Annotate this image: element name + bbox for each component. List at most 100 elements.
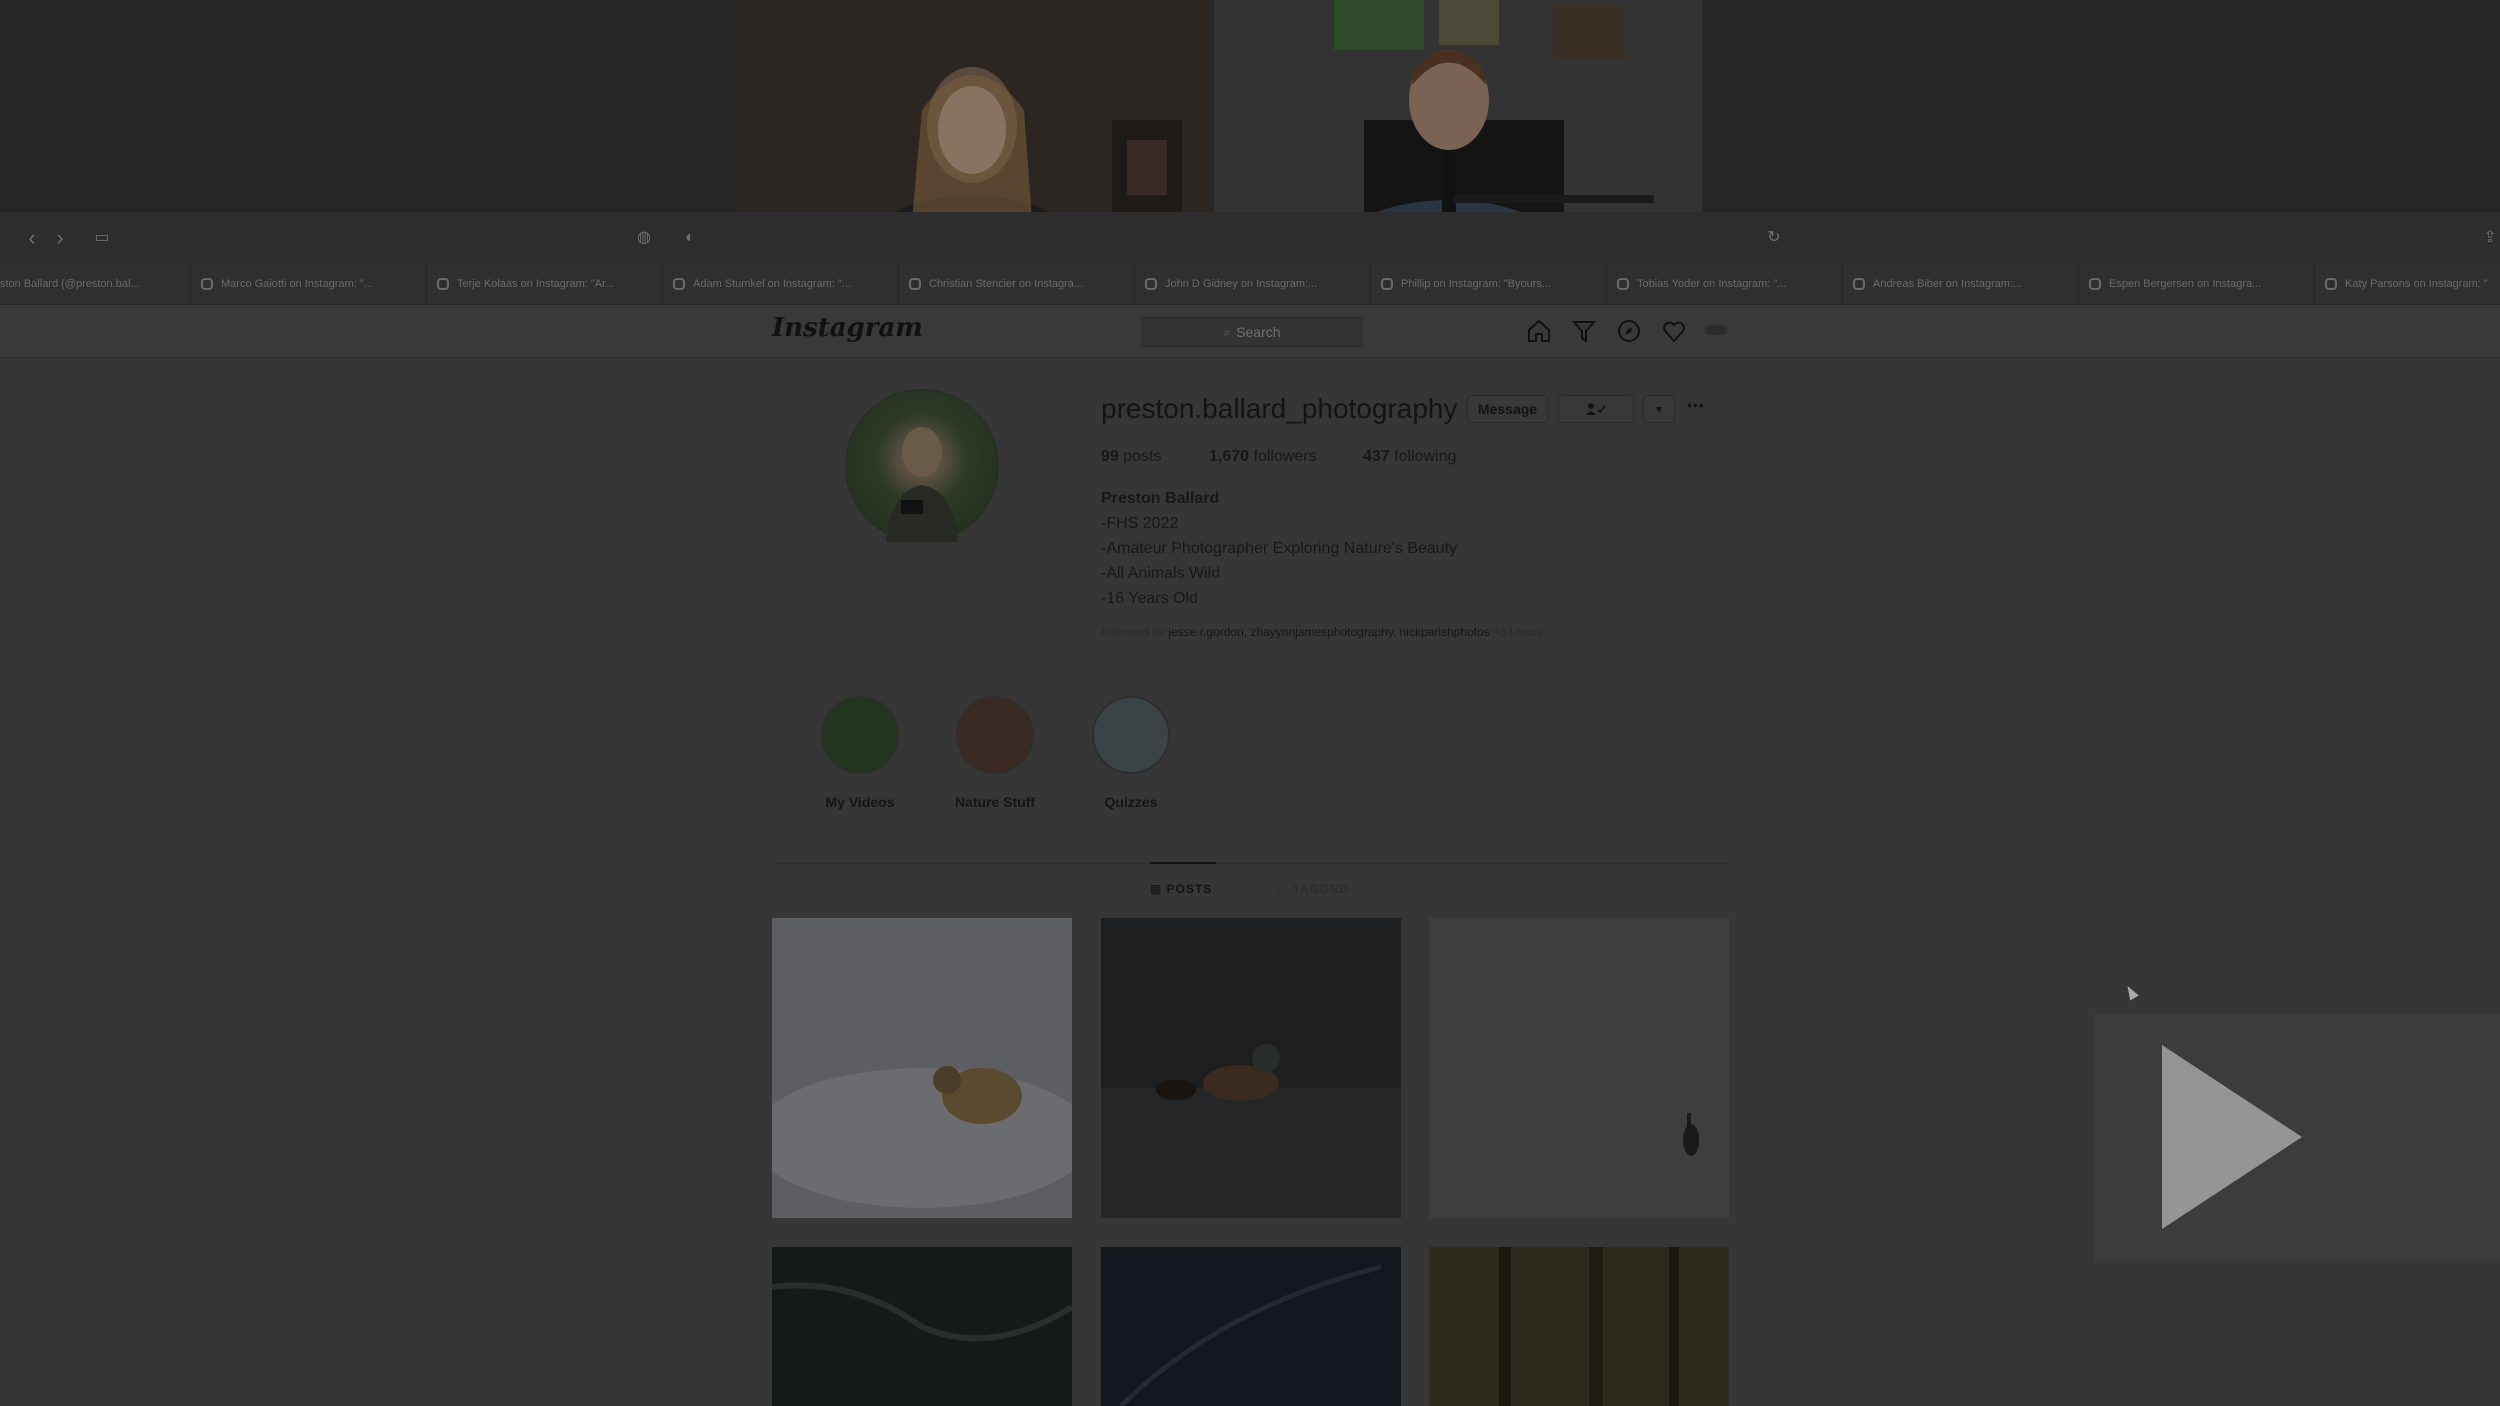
followed-by-users: jesse.r.gordon, zhayynnjamesphotography,… bbox=[1168, 625, 1490, 639]
followed-by-more: +64 more bbox=[1489, 625, 1545, 639]
mouse-cursor-icon bbox=[2123, 983, 2139, 1001]
followers-count: 1,670 bbox=[1209, 448, 1250, 465]
following-count: 437 bbox=[1363, 448, 1390, 465]
post-thumbnail[interactable] bbox=[772, 1247, 1072, 1406]
posts-label: posts bbox=[1118, 448, 1162, 465]
tab-label: Katy Parsons on Instagram: " bbox=[2345, 278, 2488, 290]
instagram-icon bbox=[673, 278, 685, 290]
browser-tab[interactable]: Phillip on Instagram: "Byours... bbox=[1370, 264, 1606, 304]
play-icon[interactable] bbox=[2162, 1045, 2302, 1229]
post-thumbnail[interactable] bbox=[772, 918, 1072, 1218]
more-options-icon[interactable]: ••• bbox=[1687, 397, 1705, 413]
message-button[interactable]: Message bbox=[1467, 395, 1548, 423]
tab-label: Adam Stumkel on Instagram: "... bbox=[693, 278, 851, 290]
browser-toolbar: ‹ › ▭ ◍ ◐ ↻ ⇪ bbox=[0, 212, 2500, 265]
reload-icon[interactable]: ↻ bbox=[1760, 224, 1788, 252]
instagram-logo[interactable]: Instagram bbox=[772, 313, 923, 343]
explore-icon[interactable] bbox=[1615, 317, 1643, 345]
browser-tab-bar: ston Ballard (@preston.bal... Marco Gaio… bbox=[0, 264, 2500, 305]
tab-tagged[interactable]: ▢ TAGGED bbox=[1276, 882, 1349, 896]
tab-label: Christian Stencier on Instagra... bbox=[929, 278, 1084, 290]
posts-count: 99 bbox=[1101, 448, 1119, 465]
browser-tab[interactable]: Adam Stumkel on Instagram: "... bbox=[662, 264, 898, 304]
tab-label: Espen Bergersen on Instagra... bbox=[2109, 278, 2262, 290]
post-image-branches bbox=[772, 1247, 1072, 1406]
direct-icon[interactable] bbox=[1570, 317, 1598, 345]
active-tab-indicator bbox=[1150, 862, 1216, 864]
post-thumbnail[interactable] bbox=[1429, 918, 1729, 1218]
browser-tab[interactable]: Espen Bergersen on Instagra... bbox=[2078, 264, 2314, 304]
post-image-duck bbox=[1101, 918, 1401, 1218]
browser-tab[interactable]: Katy Parsons on Instagram: " bbox=[2314, 264, 2500, 304]
tab-tagged-label: TAGGED bbox=[1292, 882, 1350, 896]
highlight-cover bbox=[1092, 696, 1170, 774]
post-thumbnail[interactable] bbox=[1101, 1247, 1401, 1406]
post-image-bird-snow bbox=[772, 918, 1072, 1218]
tab-posts-label: POSTS bbox=[1166, 882, 1213, 896]
grid-icon: ▦ bbox=[1150, 882, 1167, 896]
tab-label: John D Gidney on Instagram:... bbox=[1165, 278, 1318, 290]
instagram-icon bbox=[909, 278, 921, 290]
bio-line: -All Animals Wild bbox=[1101, 565, 1221, 582]
following-label: following bbox=[1389, 448, 1457, 465]
highlight-cover bbox=[821, 696, 899, 774]
search-placeholder: Search bbox=[1236, 324, 1281, 340]
highlight-nature-stuff[interactable]: Nature Stuff bbox=[935, 696, 1055, 810]
browser-tab[interactable]: Tobias Yoder on Instagram: "... bbox=[1606, 264, 1842, 304]
instagram-icon bbox=[1853, 278, 1865, 290]
post-thumbnail[interactable] bbox=[1101, 918, 1401, 1218]
instagram-icon bbox=[2325, 278, 2337, 290]
profile-avatar[interactable] bbox=[845, 389, 999, 543]
bio-line: -16 Years Old bbox=[1101, 590, 1198, 607]
highlight-my-videos[interactable]: My Videos bbox=[800, 696, 920, 810]
browser-tab[interactable]: Christian Stencier on Instagra... bbox=[898, 264, 1134, 304]
tag-icon: ▢ bbox=[1276, 882, 1293, 896]
browser-tab[interactable]: ston Ballard (@preston.bal... bbox=[0, 264, 190, 304]
post-image-forest bbox=[1429, 1247, 1729, 1406]
highlight-label: Nature Stuff bbox=[954, 794, 1036, 810]
sidebar-icon[interactable]: ▭ bbox=[88, 224, 116, 252]
tab-label: Marco Gaiotti on Instagram: "... bbox=[221, 278, 373, 290]
browser-tab[interactable]: Marco Gaiotti on Instagram: "... bbox=[190, 264, 426, 304]
home-icon[interactable] bbox=[1525, 317, 1553, 345]
following-stat[interactable]: 437 following bbox=[1363, 448, 1456, 466]
highlight-quizzes[interactable]: Quizzes bbox=[1071, 696, 1191, 810]
tab-posts[interactable]: ▦ POSTS bbox=[1150, 882, 1212, 896]
tab-label: Phillip on Instagram: "Byours... bbox=[1401, 278, 1552, 290]
profile-username: preston.ballard_photography bbox=[1101, 393, 1458, 424]
search-icon: ⌕ bbox=[1223, 324, 1231, 339]
followed-by-prefix: Followed by bbox=[1101, 625, 1169, 639]
followers-label: followers bbox=[1249, 448, 1317, 465]
heart-icon[interactable] bbox=[1660, 317, 1688, 345]
browser-tab[interactable]: John D Gidney on Instagram:... bbox=[1134, 264, 1370, 304]
instagram-icon bbox=[437, 278, 449, 290]
highlight-label: Quizzes bbox=[1104, 794, 1158, 810]
tab-label: Andreas Biber on Instagram:... bbox=[1873, 278, 2023, 290]
tab-label: Terje Kolaas on Instagram: "Ar... bbox=[457, 278, 615, 290]
post-image-night-branches bbox=[1101, 1247, 1401, 1406]
search-box[interactable]: ⌕ Search bbox=[1142, 317, 1362, 347]
share-icon[interactable]: ⇪ bbox=[2476, 224, 2500, 252]
highlight-cover bbox=[956, 696, 1034, 774]
forward-icon[interactable]: › bbox=[46, 224, 74, 252]
followed-by-text[interactable]: Followed by jesse.r.gordon, zhayynnjames… bbox=[1101, 625, 1544, 639]
instagram-header: Instagram ⌕ Search bbox=[0, 305, 2500, 358]
tab-label: Tobias Yoder on Instagram: "... bbox=[1637, 278, 1787, 290]
profile-avatar-icon[interactable] bbox=[1705, 325, 1727, 335]
highlight-label: My Videos bbox=[825, 794, 895, 810]
instagram-icon bbox=[2089, 278, 2101, 290]
user-check-icon bbox=[1586, 403, 1606, 415]
post-thumbnail[interactable] bbox=[1429, 1247, 1729, 1406]
post-image-goose-fog bbox=[1429, 918, 1729, 1218]
privacy-icon[interactable]: ◍ bbox=[630, 224, 658, 252]
browser-tab[interactable]: Terje Kolaas on Instagram: "Ar... bbox=[426, 264, 662, 304]
followers-stat[interactable]: 1,670 followers bbox=[1209, 448, 1317, 466]
tab-label: ston Ballard (@preston.bal... bbox=[0, 278, 140, 290]
suggestions-dropdown-button[interactable]: ▾ bbox=[1643, 395, 1675, 423]
back-icon[interactable]: ‹ bbox=[18, 224, 46, 252]
profile-full-name: Preston Ballard bbox=[1101, 490, 1220, 507]
instagram-icon bbox=[1617, 278, 1629, 290]
following-button[interactable] bbox=[1558, 395, 1634, 423]
browser-tab[interactable]: Andreas Biber on Instagram:... bbox=[1842, 264, 2078, 304]
reader-icon[interactable]: ◐ bbox=[676, 224, 704, 252]
